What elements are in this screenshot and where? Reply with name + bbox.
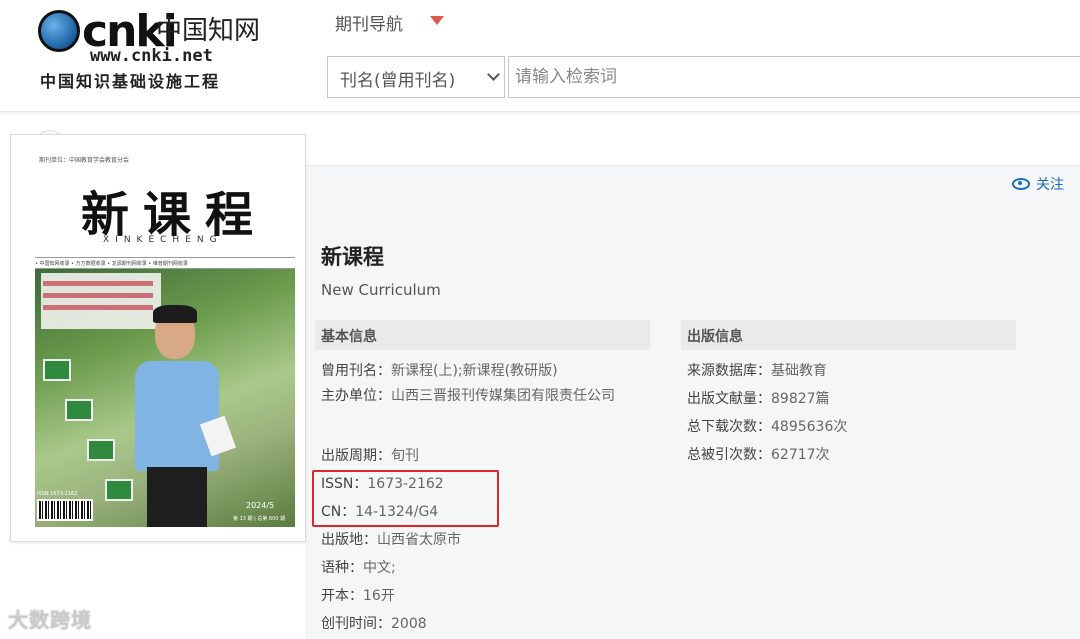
info-row-founded: 创刊时间：2008	[321, 616, 427, 632]
info-row-frequency: 出版周期：旬刊	[321, 448, 419, 464]
info-row-format: 开本：16开	[321, 588, 395, 604]
pub-row-citations: 总被引次数：62717次	[687, 447, 830, 463]
eye-icon	[1012, 178, 1030, 190]
follow-button[interactable]: 关注	[1012, 174, 1064, 194]
cover-pinyin: XINKECHENG	[103, 235, 223, 245]
globe-icon	[38, 10, 80, 52]
search-field-select[interactable]: 刊名(曾用刊名)	[327, 56, 505, 98]
search-input[interactable]	[508, 56, 1080, 98]
logo-chinese-name: 中国知网	[156, 16, 261, 46]
pub-row-downloads: 总下载次数：4895636次	[687, 419, 848, 435]
issn-cn-highlight-box	[312, 470, 499, 527]
follow-label: 关注	[1036, 177, 1064, 193]
info-row-location: 出版地：山西省太原市	[321, 532, 461, 548]
watermark: 大数跨境	[8, 608, 92, 632]
info-row-language: 语种：中文;	[321, 560, 396, 576]
cover-photo	[35, 269, 295, 527]
cover-issue: 第 13 期 | 总第 600 期	[233, 516, 286, 522]
cover-index-bar: • 中国知网收录 • 万方数据收录 • 龙源期刊网收录 • 维普期刊网收录	[35, 257, 295, 269]
pub-row-articles: 出版文献量：89827篇	[687, 391, 830, 407]
logo-url: www.cnki.net	[90, 46, 213, 66]
cover-person	[135, 361, 219, 471]
cover-date: 2024/5	[246, 501, 275, 510]
pub-info-heading: 出版信息	[681, 320, 1016, 350]
caret-down-icon[interactable]	[430, 16, 444, 25]
journal-title: 新课程	[321, 245, 384, 269]
search-field-value: 刊名(曾用刊名)	[340, 71, 456, 91]
info-row-former-names: 曾用刊名：新课程(上);新课程(教研版)	[321, 363, 558, 379]
info-row-sponsor: 主办单位：山西三晋报刊传媒集团有限责任公司	[321, 388, 615, 404]
journal-title-en: New Curriculum	[321, 281, 441, 299]
logo-slogan: 中国知识基础设施工程	[40, 72, 221, 91]
pub-row-database: 来源数据库：基础教育	[687, 363, 827, 379]
chevron-down-icon	[487, 68, 500, 81]
cover-issn: ISSN 1673-2162	[37, 491, 78, 497]
cover-top-text: 期刊单位：中国教育学会教育分会	[39, 157, 130, 164]
site-header: cnki 中国知网 www.cnki.net 中国知识基础设施工程 期刊导航 刊…	[0, 0, 1080, 112]
journal-nav-menu[interactable]: 期刊导航	[335, 10, 403, 35]
basic-info-heading: 基本信息	[315, 320, 650, 350]
barcode-icon	[37, 499, 93, 521]
journal-cover-image: 期刊单位：中国教育学会教育分会 新课程 XINKECHENG • 中国知网收录 …	[10, 134, 306, 542]
cnki-logo[interactable]: cnki 中国知网 www.cnki.net 中国知识基础设施工程	[38, 6, 268, 91]
